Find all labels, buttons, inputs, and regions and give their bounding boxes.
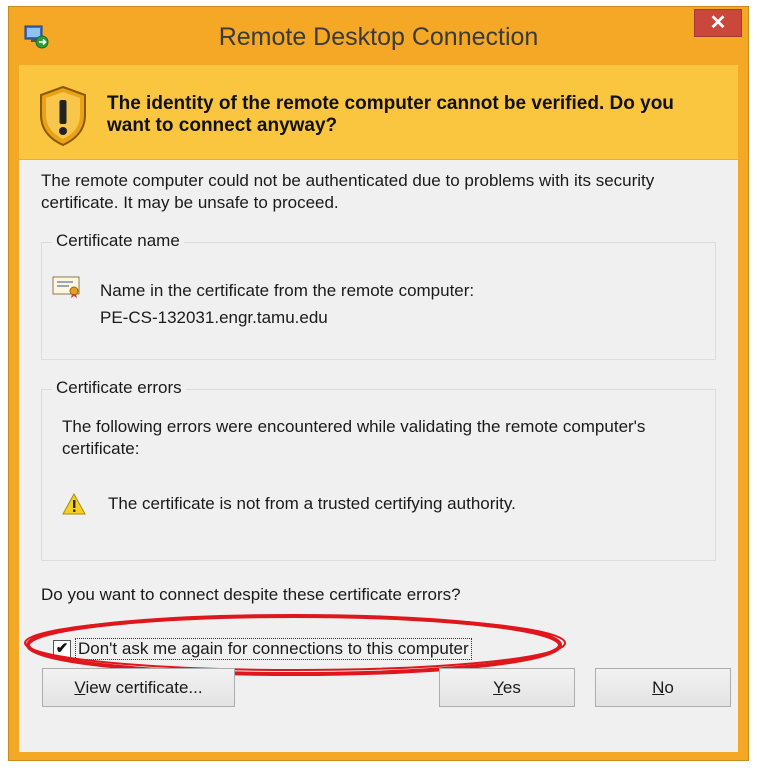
certificate-error-message: The certificate is not from a trusted ce… <box>108 494 516 513</box>
certificate-name-line: Name in the certificate from the remote … <box>100 281 475 300</box>
view-certificate-button[interactable]: View certificate... <box>42 668 235 707</box>
description-text: The remote computer could not be authent… <box>41 171 655 212</box>
certificate-errors-group: Certificate errors The following errors … <box>41 378 716 561</box>
certificate-name-label: Certificate name <box>52 231 184 251</box>
yes-button[interactable]: Yes <box>439 668 575 707</box>
warning-banner: The identity of the remote computer cann… <box>19 65 738 160</box>
certificate-host-name: PE-CS-132031.engr.tamu.edu <box>100 308 328 327</box>
certificate-name-text: Name in the certificate from the remote … <box>100 277 474 331</box>
warning-shield-icon <box>40 85 86 147</box>
view-certificate-accel: V <box>74 678 86 697</box>
close-icon: ✕ <box>709 12 727 34</box>
no-label: o <box>664 678 674 697</box>
title-bar[interactable]: Remote Desktop Connection ✕ <box>9 7 748 65</box>
no-accel: N <box>652 678 665 697</box>
errors-intro-text: The following errors were encountered wh… <box>62 417 646 458</box>
yes-accel: Y <box>493 678 503 697</box>
certificate-name-group: Certificate name Name in the certificate… <box>41 231 716 360</box>
dialog-content: The remote computer could not be authent… <box>19 160 738 752</box>
warning-triangle-icon <box>62 493 86 515</box>
close-button[interactable]: ✕ <box>694 9 742 37</box>
certificate-icon <box>52 276 80 298</box>
certificate-errors-label: Certificate errors <box>52 378 186 398</box>
connect-question: Do you want to connect despite these cer… <box>41 585 461 604</box>
dialog-window: Remote Desktop Connection ✕ The identity… <box>8 6 749 761</box>
banner-message: The identity of the remote computer cann… <box>107 93 674 136</box>
no-button[interactable]: No <box>595 668 731 707</box>
window-title: Remote Desktop Connection <box>218 23 539 51</box>
view-certificate-label: iew certificate... <box>85 678 203 697</box>
yes-label: es <box>502 678 521 697</box>
